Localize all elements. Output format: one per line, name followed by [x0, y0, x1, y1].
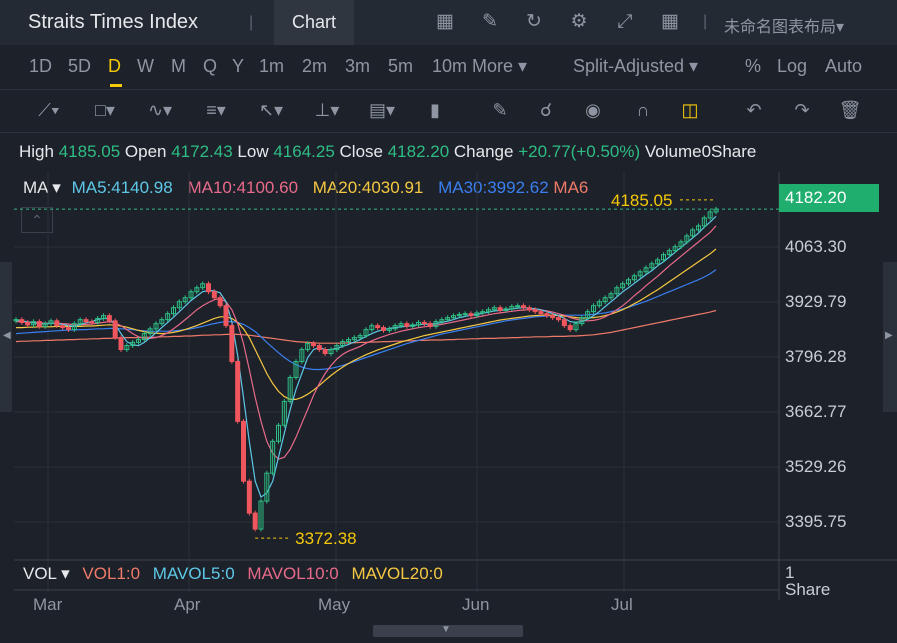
candle — [83, 319, 89, 323]
candle — [60, 325, 66, 329]
candle — [106, 315, 112, 322]
candle — [462, 313, 468, 316]
vol-indicator-selector[interactable]: VOL ▾ — [23, 564, 70, 583]
vol1-label: VOL1:0 — [82, 564, 141, 583]
candle — [526, 307, 532, 311]
candle — [206, 283, 211, 293]
month-label: Mar — [33, 595, 63, 614]
candle — [404, 323, 410, 327]
price-tick: 3662.77 — [785, 402, 847, 421]
low-marker-label: 3372.38 — [295, 529, 356, 548]
candle — [118, 337, 124, 351]
price-tick: 3796.28 — [785, 347, 847, 366]
chart-grid — [14, 172, 897, 600]
price-tick: 3529.26 — [785, 457, 847, 476]
candles — [13, 206, 719, 532]
candle — [89, 321, 95, 324]
candle — [322, 349, 328, 355]
candle — [252, 512, 258, 530]
candle — [427, 323, 433, 327]
candle — [311, 343, 316, 347]
chart-markers: 4185.05 3372.38 — [14, 191, 779, 548]
candle — [36, 321, 42, 327]
candle — [235, 361, 241, 422]
candle — [246, 480, 252, 514]
mavol5-label: MAVOL5:0 — [152, 564, 235, 583]
candle — [567, 325, 573, 331]
volume-axis-unit: Share — [785, 580, 831, 599]
price-tick: 3395.75 — [785, 512, 847, 531]
candle — [54, 320, 60, 327]
candle — [521, 305, 526, 309]
price-tick: 4063.30 — [785, 237, 847, 256]
candle — [497, 307, 503, 311]
last-price-tag: 4182.20 — [779, 184, 879, 212]
candle — [421, 321, 427, 325]
candle — [217, 297, 223, 307]
ma20-line — [16, 248, 717, 400]
volume-legend: VOL ▾ VOL1:0 MAVOL5:0 MAVOL10:0 MAVOL20:… — [23, 564, 443, 584]
candle — [556, 317, 561, 321]
candle — [229, 325, 235, 363]
month-label: Apr — [174, 595, 201, 614]
candle — [66, 327, 71, 331]
candle — [316, 345, 322, 351]
price-chart[interactable]: 4185.05 3372.38 — [0, 0, 897, 643]
candle — [468, 313, 474, 317]
mavol20-label: MAVOL20:0 — [351, 564, 443, 583]
candle — [550, 315, 556, 319]
candle — [112, 320, 118, 339]
month-label: Jun — [462, 595, 490, 614]
candle — [544, 313, 550, 317]
month-label: May — [318, 595, 351, 614]
candle — [538, 311, 544, 315]
candle — [223, 305, 229, 327]
candle — [25, 321, 31, 326]
high-marker-label: 4185.05 — [611, 191, 672, 210]
scroll-down-icon[interactable]: ▼ — [441, 624, 451, 635]
mavol10-label: MAVOL10:0 — [247, 564, 339, 583]
candle — [19, 319, 25, 323]
candle — [561, 319, 567, 327]
candle — [211, 291, 217, 299]
month-label: Jul — [611, 595, 633, 614]
candle — [515, 305, 521, 308]
candle — [241, 420, 246, 482]
candle — [532, 309, 538, 313]
price-tick: 3929.79 — [785, 292, 847, 311]
candle — [375, 325, 381, 329]
candle — [381, 327, 386, 331]
